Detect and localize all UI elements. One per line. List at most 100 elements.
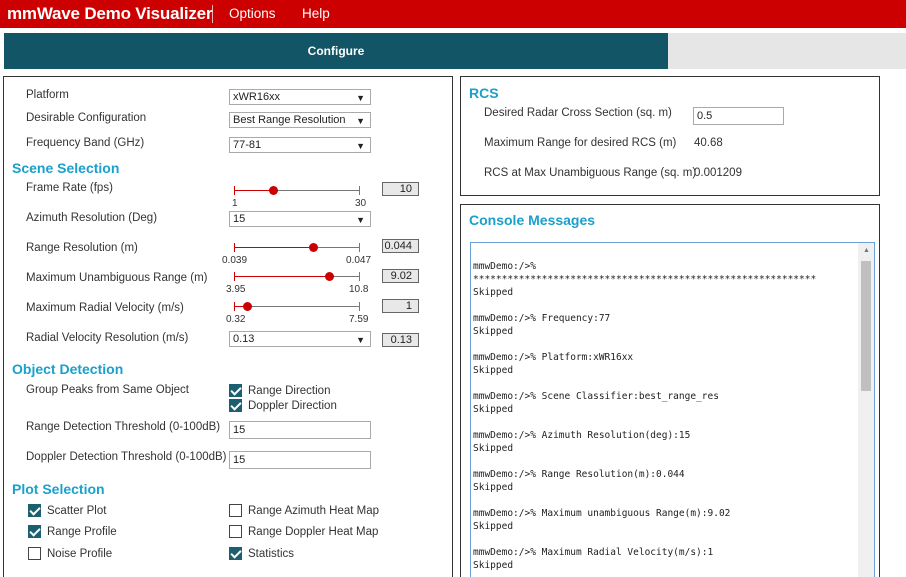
scroll-up-arrow-icon[interactable]: ▲ [863, 247, 870, 254]
range-doppler-heatmap-label: Range Doppler Heat Map [248, 526, 379, 538]
frame-rate-label: Frame Rate (fps) [26, 182, 113, 194]
max-range-rcs-label: Maximum Range for desired RCS (m) [484, 137, 677, 149]
group-peaks-label: Group Peaks from Same Object [26, 384, 189, 396]
slider-min-label: 3.95 [226, 284, 246, 295]
slider-knob[interactable] [309, 243, 318, 252]
plot-selection-title: Plot Selection [12, 481, 105, 497]
slider-max-label: 30 [355, 198, 367, 209]
slider-max-label: 10.8 [349, 284, 369, 295]
console-scrollbar[interactable]: ▲ [858, 243, 874, 577]
menu-help[interactable]: Help [302, 6, 330, 21]
app-header: mmWave Demo Visualizer Options Help [0, 0, 906, 28]
range-threshold-label: Range Detection Threshold (0-100dB) [26, 421, 221, 433]
noise-profile-label: Noise Profile [47, 548, 113, 560]
tab-strip: Configure [4, 33, 906, 69]
range-azimuth-heatmap-label: Range Azimuth Heat Map [248, 505, 380, 517]
slider-max-tick [359, 186, 360, 195]
slider-fill [234, 247, 313, 248]
slider-track [234, 306, 360, 307]
slider-fill [234, 190, 273, 191]
slider-max-tick [359, 243, 360, 252]
slider-min-label: 0.039 [222, 255, 248, 266]
range-doppler-heatmap-checkbox[interactable] [229, 525, 242, 538]
velocity-resolution-select-value: 0.13 [233, 333, 255, 345]
range-resolution-value: 0.044 [382, 239, 419, 253]
chevron-down-icon: ▼ [356, 141, 365, 151]
console-output[interactable]: mmwDemo:/>% ****************************… [470, 242, 875, 577]
desirable-config-label: Desirable Configuration [26, 112, 147, 124]
max-radial-velocity-slider[interactable]: 0.32 7.59 [226, 299, 368, 325]
app-title: mmWave Demo Visualizer [7, 4, 213, 23]
frame-rate-slider[interactable]: 1 30 [232, 183, 366, 209]
statistics-checkbox[interactable] [229, 547, 242, 560]
max-unambiguous-range-value: 9.02 [382, 269, 419, 283]
range-direction-checkbox[interactable] [229, 384, 242, 397]
chevron-down-icon: ▼ [356, 215, 365, 225]
slider-knob[interactable] [243, 302, 252, 311]
desirable-config-value: Best Range Resolution [233, 114, 346, 126]
frequency-band-select[interactable]: 77-81 ▼ [229, 137, 371, 153]
platform-select-value: xWR16xx [233, 91, 281, 103]
configuration-panel: Platform xWR16xx ▼ Desirable Configurati… [3, 76, 453, 577]
tab-configure[interactable]: Configure [4, 33, 668, 69]
rcs-panel: RCS Desired Radar Cross Section (sq. m) … [460, 76, 880, 196]
max-radial-velocity-value: 1 [382, 299, 419, 313]
header-divider [212, 5, 213, 23]
slider-min-label: 0.32 [226, 314, 246, 325]
range-profile-label: Range Profile [47, 526, 117, 538]
velocity-resolution-label: Radial Velocity Resolution (m/s) [26, 332, 189, 344]
max-unambiguous-range-slider[interactable]: 3.95 10.8 [226, 269, 368, 295]
velocity-resolution-select[interactable]: 0.13 ▼ [229, 331, 371, 347]
slider-knob[interactable] [269, 186, 278, 195]
azimuth-resolution-value: 15 [233, 213, 246, 225]
object-detection-title: Object Detection [12, 361, 124, 377]
rcs-title: RCS [469, 85, 499, 101]
slider-knob[interactable] [325, 272, 334, 281]
velocity-resolution-value: 0.13 [382, 333, 419, 347]
slider-min-tick [234, 272, 235, 281]
scrollbar-thumb[interactable] [861, 261, 871, 391]
desired-rcs-label: Desired Radar Cross Section (sq. m) [484, 107, 672, 119]
desirable-config-select[interactable]: Best Range Resolution ▼ [229, 112, 371, 128]
slider-max-label: 7.59 [349, 314, 369, 325]
rcs-unambiguous-value: 0.001209 [694, 167, 742, 179]
console-title: Console Messages [469, 212, 596, 228]
max-range-rcs-value: 40.68 [694, 137, 723, 149]
frequency-band-value: 77-81 [233, 139, 262, 151]
doppler-threshold-label: Doppler Detection Threshold (0-100dB) [26, 451, 227, 463]
slider-min-tick [234, 186, 235, 195]
doppler-direction-label: Doppler Direction [248, 400, 337, 412]
frequency-band-label: Frequency Band (GHz) [26, 137, 145, 149]
doppler-direction-checkbox[interactable] [229, 399, 242, 412]
doppler-threshold-input[interactable]: 15 [229, 451, 371, 469]
range-threshold-input[interactable]: 15 [229, 421, 371, 439]
platform-label: Platform [26, 89, 69, 101]
console-log: mmwDemo:/>% ****************************… [473, 261, 817, 571]
scatter-plot-label: Scatter Plot [47, 505, 107, 517]
range-profile-checkbox[interactable] [28, 525, 41, 538]
slider-max-tick [359, 302, 360, 311]
slider-max-label: 0.047 [346, 255, 372, 266]
slider-fill [234, 276, 329, 277]
max-radial-velocity-label: Maximum Radial Velocity (m/s) [26, 302, 184, 314]
azimuth-resolution-select[interactable]: 15 ▼ [229, 211, 371, 227]
platform-select[interactable]: xWR16xx ▼ [229, 89, 371, 105]
frame-rate-value: 10 [382, 182, 419, 196]
statistics-label: Statistics [248, 548, 295, 560]
range-resolution-label: Range Resolution (m) [26, 242, 138, 254]
chevron-down-icon: ▼ [356, 335, 365, 345]
azimuth-resolution-label: Azimuth Resolution (Deg) [26, 212, 158, 224]
range-resolution-slider[interactable]: 0.039 0.047 [222, 240, 371, 266]
scatter-plot-checkbox[interactable] [28, 504, 41, 517]
slider-min-label: 1 [232, 198, 238, 209]
slider-min-tick [234, 243, 235, 252]
desired-rcs-input[interactable]: 0.5 [693, 107, 784, 125]
menu-options[interactable]: Options [229, 6, 276, 21]
noise-profile-checkbox[interactable] [28, 547, 41, 560]
slider-min-tick [234, 302, 235, 311]
range-azimuth-heatmap-checkbox[interactable] [229, 504, 242, 517]
rcs-unambiguous-label: RCS at Max Unambiguous Range (sq. m) [484, 167, 697, 179]
chevron-down-icon: ▼ [356, 116, 365, 126]
console-panel: Console Messages mmwDemo:/>% ***********… [460, 204, 880, 577]
scene-selection-title: Scene Selection [12, 160, 120, 176]
